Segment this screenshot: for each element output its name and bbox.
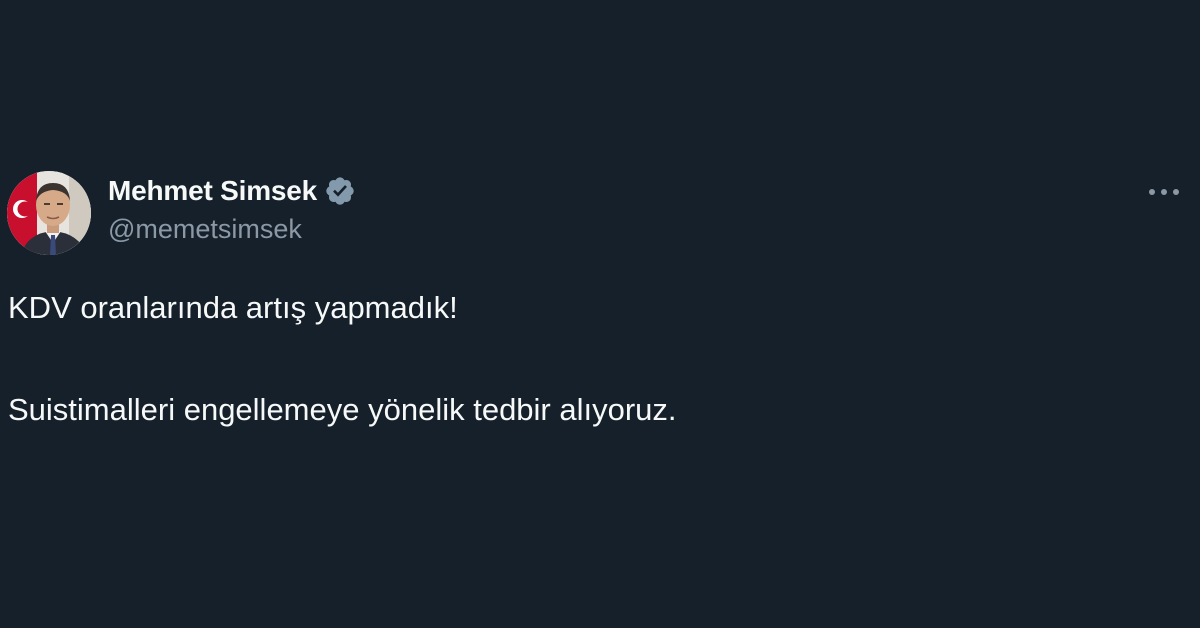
author-display-name[interactable]: Mehmet Simsek: [108, 175, 317, 207]
avatar[interactable]: [7, 171, 91, 255]
tweet-card: Mehmet Simsek @memetsimsek KDV oranların…: [0, 0, 1200, 628]
author-name-row: Mehmet Simsek: [108, 172, 356, 210]
tweet-text-line: Suistimalleri engellemeye yönelik tedbir…: [8, 392, 677, 427]
verified-badge-icon: [324, 175, 356, 207]
more-options-button[interactable]: [1143, 176, 1185, 208]
more-options-icon: [1149, 189, 1179, 195]
tweet-text-line: KDV oranlarında artış yapmadık!: [8, 290, 458, 325]
author-handle[interactable]: @memetsimsek: [108, 214, 302, 245]
avatar-photo: [7, 171, 91, 255]
